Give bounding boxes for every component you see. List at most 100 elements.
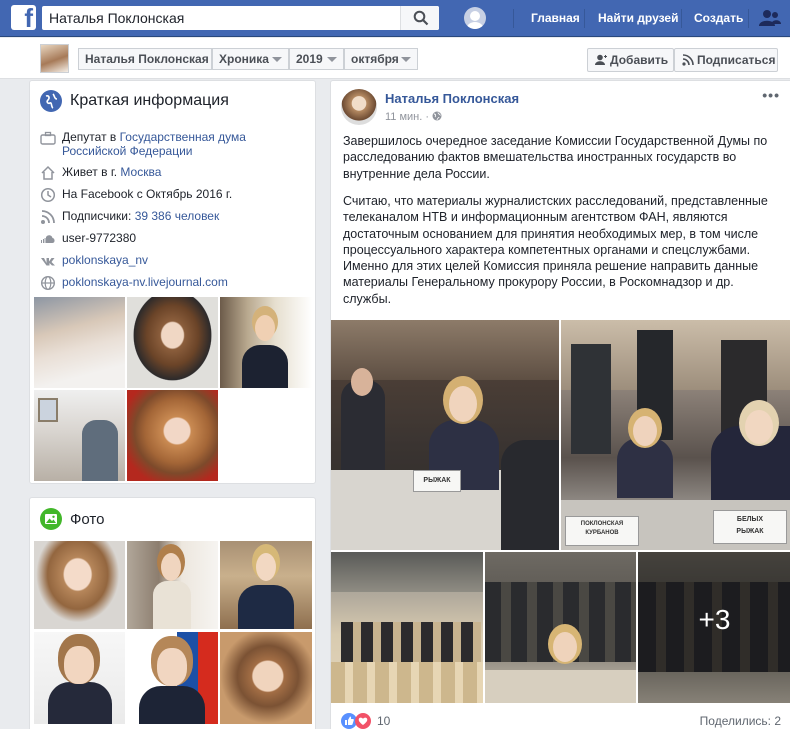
post-photo-1[interactable]: РЫЖАК [331, 320, 559, 550]
nav-divider [513, 9, 514, 28]
post-photo-4-table [485, 670, 636, 703]
post-paragraph-1: Завершилось очередное заседание Комиссии… [343, 134, 768, 181]
post-photo-3-table-row [341, 622, 481, 662]
shares-count[interactable]: Поделились: 2 [700, 714, 781, 728]
info-row-website: poklonskaya-nv.livejournal.com [40, 275, 320, 291]
info-followers-prefix: Подписчики: [62, 209, 135, 223]
profile-name-label: Наталья Поклонская [85, 52, 209, 66]
info-lives-prefix: Живет в г. [62, 165, 121, 179]
post-author-avatar[interactable] [341, 89, 377, 125]
search-input[interactable] [42, 6, 400, 30]
photo-thumb-6[interactable] [220, 632, 312, 724]
reactions-count[interactable]: 10 [377, 714, 390, 728]
post-photo-1-face-center [449, 386, 477, 422]
year-selector[interactable]: 2019 [289, 48, 344, 70]
info-joined-text: На Facebook с Октябрь 2016 г. [62, 187, 312, 201]
post-photo-3[interactable] [331, 552, 483, 703]
more-photos-count[interactable]: +3 [638, 604, 790, 636]
info-soundcloud-text: user-9772380 [62, 231, 312, 245]
post-photo-4-face [553, 632, 577, 662]
info-vk-link[interactable]: poklonskaya_nv [62, 253, 148, 267]
facebook-logo-letter: f [24, 5, 33, 30]
photo-thumb-2-face [161, 553, 181, 581]
search-box [42, 6, 439, 30]
featured-photo-3-face [255, 315, 275, 341]
nav-create-link[interactable]: Создать [694, 11, 743, 25]
profile-name-selector[interactable]: Наталья Поклонская [78, 48, 212, 70]
info-row-followers: Подписчики: 39 386 человек [40, 209, 320, 225]
info-row-work: Депутат в Государственная дума Российско… [40, 130, 320, 160]
featured-photo-4[interactable] [34, 390, 125, 481]
info-followers-link[interactable]: 39 386 человек [135, 209, 220, 223]
featured-photo-4-figure [82, 420, 118, 481]
briefcase-icon [40, 131, 56, 145]
post-photo-5[interactable]: +3 [638, 552, 790, 703]
love-reaction-icon[interactable] [355, 713, 371, 729]
featured-photo-3[interactable] [220, 297, 312, 388]
nav-divider [681, 9, 682, 28]
subscribe-button[interactable]: Подписаться [674, 48, 778, 72]
photos-icon [40, 508, 62, 530]
subscribe-label: Подписаться [697, 53, 776, 67]
profile-thumbnail[interactable] [40, 44, 69, 73]
photo-thumb-5-face [157, 648, 187, 686]
nav-find-friends-link[interactable]: Найти друзей [598, 11, 678, 25]
post-photo-2-nameplate-2-top: БЕЛЫХ [736, 516, 764, 523]
clock-icon [40, 187, 56, 203]
featured-photo-1[interactable] [34, 297, 125, 388]
chevron-down-icon [401, 57, 411, 62]
post-photo-2-nameplate-2-bottom: РЫЖАК [736, 528, 764, 535]
facebook-logo[interactable]: f [11, 5, 36, 30]
chevron-down-icon [272, 57, 282, 62]
info-work-prefix: Депутат в [62, 130, 120, 144]
info-lives-text: Живет в г. Москва [62, 165, 312, 179]
nav-divider [748, 9, 749, 28]
post-author-name[interactable]: Наталья Поклонская [385, 91, 519, 106]
featured-photo-3-figure [242, 345, 288, 388]
section-selector[interactable]: Хроника [212, 48, 289, 70]
photo-thumb-3-face [256, 553, 276, 581]
info-website-link[interactable]: poklonskaya-nv.livejournal.com [62, 275, 228, 289]
post-options-button[interactable]: ••• [762, 87, 780, 103]
photo-thumb-4[interactable] [34, 632, 125, 724]
photo-thumb-2[interactable] [127, 541, 218, 629]
search-button[interactable] [400, 6, 439, 30]
nav-home-link[interactable]: Главная [531, 11, 580, 25]
photo-thumb-5-figure [139, 686, 205, 724]
friend-requests-icon[interactable] [759, 9, 781, 27]
section-label: Хроника [219, 52, 269, 66]
rss-icon [682, 54, 694, 66]
featured-photo-4-frame [38, 398, 58, 422]
post-photo-2[interactable]: ПОКЛОНСКАЯ КУРБАНОВ БЕЛЫХ РЫЖАК [561, 320, 790, 550]
month-selector[interactable]: октября [344, 48, 418, 70]
photo-thumb-5[interactable] [127, 632, 218, 724]
profile-avatar[interactable] [464, 7, 486, 29]
info-lives-link[interactable]: Москва [120, 165, 161, 179]
search-icon [413, 10, 429, 26]
featured-photo-2[interactable] [127, 297, 218, 388]
post-timestamp[interactable]: 11 мин. · [385, 111, 442, 123]
photos-title: Фото [70, 511, 105, 528]
rss-icon [41, 210, 55, 224]
info-soundcloud-label: user-9772380 [62, 231, 137, 245]
add-friend-label: Добавить [610, 53, 669, 67]
post-photo-4[interactable] [485, 552, 636, 703]
photo-thumb-3[interactable] [220, 541, 312, 629]
post-photo-2-camera-1 [571, 344, 611, 454]
post-photo-3-chairs [331, 662, 483, 703]
add-friend-button[interactable]: Добавить [587, 48, 674, 72]
info-vk-text: poklonskaya_nv [62, 253, 312, 267]
photo-thumb-2-figure [153, 581, 191, 629]
info-row-soundcloud: user-9772380 [40, 231, 320, 247]
featured-photo-5[interactable] [127, 390, 218, 481]
globe-privacy-icon [432, 111, 442, 121]
nav-divider [584, 9, 585, 28]
post-photo-2-person-center [617, 438, 673, 498]
soundcloud-icon [41, 235, 55, 243]
info-followers-text: Подписчики: 39 386 человек [62, 209, 312, 223]
globe-icon [40, 275, 56, 291]
vk-icon [41, 258, 55, 266]
photo-thumb-1[interactable] [34, 541, 125, 629]
post-photo-2-nameplate-1: ПОКЛОНСКАЯ КУРБАНОВ [565, 516, 639, 546]
post-photo-2-face-center [633, 416, 657, 446]
